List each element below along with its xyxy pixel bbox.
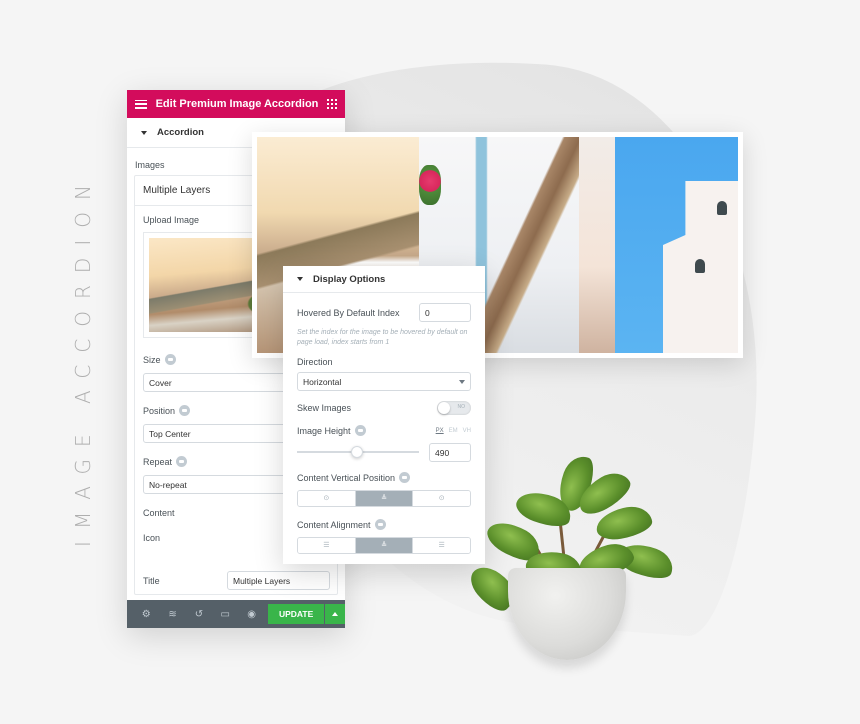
bell-shape: [695, 259, 705, 273]
accordion-image-wall[interactable]: [579, 137, 615, 353]
accordion-image-church[interactable]: [615, 137, 738, 353]
hovered-index-value: 0: [425, 307, 430, 318]
caret-down-icon: [141, 130, 147, 135]
responsive-icon[interactable]: [374, 519, 386, 530]
accordion-section-title: Accordion: [157, 127, 204, 138]
responsive-icon[interactable]: [354, 425, 366, 436]
content-alignment-label: Content Alignment: [297, 519, 371, 530]
image-height-slider[interactable]: [297, 446, 419, 458]
caret-up-icon: [332, 612, 339, 616]
editor-header: Edit Premium Image Accordion: [127, 90, 345, 118]
vertical-position-middle[interactable]: ≜: [355, 491, 414, 506]
display-options-title: Display Options: [313, 273, 386, 285]
icon-label: Icon: [143, 533, 161, 543]
title-input[interactable]: Multiple Layers: [227, 571, 330, 590]
repeat-label-row: Repeat: [143, 456, 188, 467]
position-label: Position: [143, 405, 176, 416]
align-top-icon: ⊙: [323, 495, 330, 502]
align-left-icon: ☰: [323, 542, 330, 549]
upload-image-label: Upload Image: [143, 215, 200, 225]
history-icon[interactable]: ↺: [186, 600, 212, 628]
eye-icon[interactable]: ◉: [238, 600, 264, 628]
size-select-value: Cover: [149, 377, 172, 388]
gear-icon[interactable]: ⚙: [133, 600, 159, 628]
image-height-value: 490: [435, 447, 450, 458]
bell-shape: [717, 201, 727, 215]
vertical-position-top[interactable]: ⊙: [298, 491, 356, 506]
alignment-left[interactable]: ☰: [298, 538, 356, 553]
unit-switcher: PX EM VH: [436, 428, 471, 434]
responsive-icon[interactable]: [179, 405, 191, 416]
hamburger-icon[interactable]: [135, 99, 147, 109]
toggle-knob: [438, 402, 450, 414]
align-center-icon: ≜: [381, 542, 387, 549]
unit-vh[interactable]: VH: [463, 428, 471, 434]
desktop-icon[interactable]: ▭: [212, 600, 238, 628]
images-label: Images: [135, 160, 165, 170]
update-button[interactable]: UPDATE: [267, 604, 325, 624]
responsive-icon[interactable]: [399, 472, 411, 483]
editor-footer: ⚙ ≋ ↺ ▭ ◉ UPDATE: [127, 600, 345, 628]
content-vertical-position-label: Content Vertical Position: [297, 472, 396, 483]
direction-select[interactable]: Horizontal: [297, 372, 471, 391]
content-vertical-position-label-row: Content Vertical Position: [297, 472, 411, 483]
vertical-position-bottom[interactable]: ⊙: [413, 491, 470, 506]
align-middle-icon: ≜: [381, 495, 387, 502]
content-alignment-label-row: Content Alignment: [297, 519, 386, 530]
direction-select-value: Horizontal: [303, 376, 342, 387]
hovered-index-label: Hovered By Default Index: [297, 308, 400, 318]
hovered-index-input[interactable]: 0: [419, 303, 471, 322]
position-label-row: Position: [143, 405, 191, 416]
image-height-label-row: Image Height: [297, 425, 366, 436]
responsive-icon[interactable]: [176, 456, 188, 467]
align-bottom-icon: ⊙: [438, 495, 445, 502]
vertical-title: IMAGE ACCORDION: [68, 173, 98, 547]
plant-pot: [508, 568, 626, 660]
position-select-value: Top Center: [149, 428, 191, 439]
layers-icon[interactable]: ≋: [159, 600, 185, 628]
direction-label: Direction: [297, 357, 333, 367]
align-right-icon: ☰: [438, 542, 445, 549]
hovered-index-help: Set the index for the image to be hovere…: [297, 329, 468, 346]
toggle-state-text: NO: [457, 404, 466, 410]
title-input-value: Multiple Layers: [233, 575, 291, 586]
image-height-input[interactable]: 490: [429, 443, 471, 462]
content-label: Content: [143, 508, 175, 518]
size-label: Size: [143, 354, 161, 365]
display-options-panel: Display Options Hovered By Default Index…: [283, 266, 485, 564]
potted-plant-image: [464, 451, 678, 665]
responsive-icon[interactable]: [164, 354, 176, 365]
vertical-title-text: IMAGE ACCORDION: [71, 173, 96, 547]
unit-px[interactable]: PX: [436, 428, 444, 434]
repeat-label: Repeat: [143, 456, 173, 467]
skew-images-label: Skew Images: [297, 403, 352, 413]
update-options-button[interactable]: [325, 604, 345, 624]
grid-icon[interactable]: [327, 99, 337, 109]
alignment-center[interactable]: ≜: [355, 538, 414, 553]
display-options-section-toggle[interactable]: Display Options: [283, 266, 485, 293]
size-label-row: Size: [143, 354, 176, 365]
repeater-item-title: Multiple Layers: [143, 185, 211, 196]
content-vertical-position-choices: ⊙ ≜ ⊙: [297, 490, 471, 507]
caret-down-icon: [297, 277, 303, 281]
alignment-right[interactable]: ☰: [413, 538, 470, 553]
skew-images-toggle[interactable]: NO: [437, 401, 471, 415]
title-label: Title: [143, 576, 160, 586]
repeat-select-value: No-repeat: [149, 479, 187, 490]
editor-title: Edit Premium Image Accordion: [155, 98, 319, 110]
image-height-label: Image Height: [297, 425, 351, 436]
stage: IMAGE ACCORDION Edit Premium Image Accor…: [0, 0, 860, 724]
slider-handle[interactable]: [350, 446, 363, 458]
unit-em[interactable]: EM: [449, 428, 458, 434]
caret-down-icon: [459, 379, 465, 384]
content-alignment-choices: ☰ ≜ ☰: [297, 537, 471, 554]
